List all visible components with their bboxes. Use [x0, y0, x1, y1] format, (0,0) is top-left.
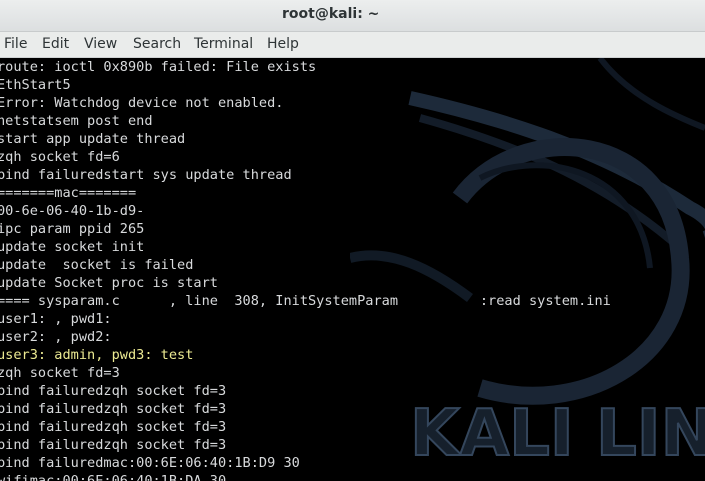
terminal-line: netstatsem post end	[0, 113, 153, 129]
terminal-line: =======mac=======	[0, 185, 137, 201]
menu-file[interactable]: File	[4, 36, 27, 52]
terminal-line: zqh socket fd=6	[0, 149, 120, 165]
terminal-line: bind failuredzqh socket fd=3	[0, 419, 227, 435]
terminal-line: EthStart5	[0, 77, 71, 93]
terminal-line: user1: , pwd1:	[0, 311, 112, 327]
terminal-line: update socket init	[0, 239, 145, 255]
terminal-line: update Socket proc is start	[0, 275, 218, 291]
menu-help[interactable]: Help	[267, 36, 299, 52]
terminal-line: start app update thread	[0, 131, 186, 147]
terminal-line: 00-6e-06-40-1b-d9-	[0, 203, 145, 219]
terminal-line: bind failuredzqh socket fd=3	[0, 437, 227, 453]
terminal-area[interactable]: KALI LINUX route: ioctl 0x890b failed: F…	[0, 58, 705, 481]
terminal-line: wifimac:00:6E:06:40:1B:DA 30	[0, 473, 227, 481]
menu-search[interactable]: Search	[133, 36, 181, 52]
terminal-line: bind failuredstart sys update thread	[0, 167, 292, 183]
terminal-line: route: ioctl 0x890b failed: File exists	[0, 59, 317, 75]
terminal-line: Error: Watchdog device not enabled.	[0, 95, 284, 111]
terminal-line: bind failuredzqh socket fd=3	[0, 383, 227, 399]
terminal-line: zqh socket fd=3	[0, 365, 120, 381]
terminal-line: bind failuredmac:00:6E:06:40:1B:D9 30	[0, 455, 300, 471]
terminal-line: update socket is failed	[0, 257, 194, 273]
terminal-line: user3: admin, pwd3: test	[0, 347, 194, 363]
terminal-line: ipc param ppid 265	[0, 221, 145, 237]
window-title: root@kali: ~	[282, 6, 380, 22]
menu-bar: File Edit View Search Terminal Help	[0, 32, 705, 58]
terminal-line: ==== sysparam.c , line 308, InitSystemPa…	[0, 293, 611, 309]
window-titlebar[interactable]: root@kali: ~	[0, 0, 705, 32]
terminal-line: bind failuredzqh socket fd=3	[0, 401, 227, 417]
menu-terminal[interactable]: Terminal	[194, 36, 253, 52]
menu-view[interactable]: View	[84, 36, 117, 52]
terminal-output: route: ioctl 0x890b failed: File exists E…	[0, 58, 611, 481]
terminal-line: user2: , pwd2:	[0, 329, 112, 345]
menu-edit[interactable]: Edit	[42, 36, 69, 52]
